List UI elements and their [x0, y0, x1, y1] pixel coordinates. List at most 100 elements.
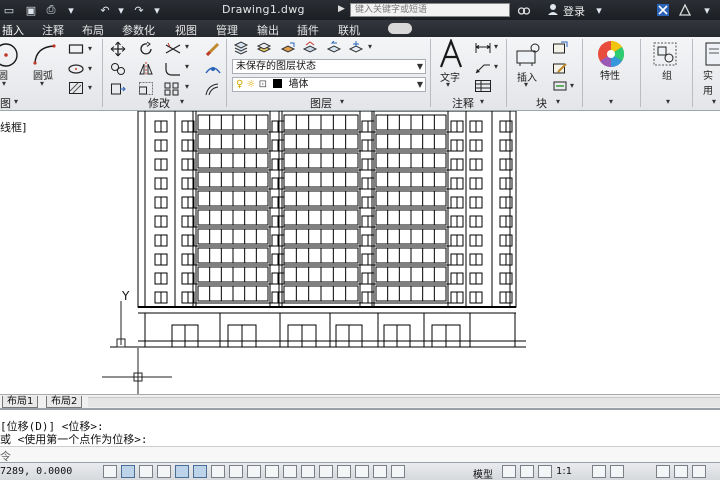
command-input[interactable]: 令: [0, 446, 720, 463]
rectangle-tool-icon[interactable]: [68, 43, 84, 55]
grid-display-toggle[interactable]: [139, 465, 153, 478]
dynamic-input-toggle[interactable]: [265, 465, 279, 478]
layer-previous-icon[interactable]: [326, 41, 342, 55]
array-dropdown-icon[interactable]: ▾: [185, 82, 189, 91]
block-panel-expand-icon[interactable]: ▾: [556, 97, 560, 106]
leader-dropdown-icon[interactable]: ▾: [494, 62, 498, 71]
tab-annotate[interactable]: 注释: [42, 22, 64, 38]
layout-quick-view-icon[interactable]: [502, 465, 516, 478]
ellipse-dropdown-icon[interactable]: ▾: [88, 64, 92, 73]
selection-cycling-toggle[interactable]: [337, 465, 351, 478]
drawing-quick-view-icon[interactable]: [520, 465, 534, 478]
ribbon-minimize-toggle[interactable]: [388, 23, 412, 34]
arc-tool-icon[interactable]: [32, 43, 58, 67]
block-panel-label[interactable]: 块: [536, 95, 547, 111]
insert-dropdown-icon[interactable]: ▾: [524, 80, 528, 89]
current-layer-dropdown[interactable]: ♀ ☼ ⊡ 墙体 ▼: [232, 77, 426, 92]
modify-panel-expand-icon[interactable]: ▾: [180, 97, 184, 106]
arc-dropdown-icon[interactable]: ▾: [40, 79, 44, 88]
properties-panel-expand-icon[interactable]: ▾: [609, 97, 613, 106]
clean-screen-icon[interactable]: [692, 465, 706, 478]
stretch-icon[interactable]: [110, 81, 126, 97]
ucs-toggle[interactable]: [373, 465, 387, 478]
ortho-mode-toggle[interactable]: [157, 465, 171, 478]
layer-properties-icon[interactable]: [233, 41, 249, 55]
exchange-icon[interactable]: [656, 3, 670, 17]
toolbar-lock-icon[interactable]: [674, 465, 688, 478]
ellipse-tool-icon[interactable]: [68, 63, 84, 75]
layers-panel-expand-icon[interactable]: ▾: [340, 97, 344, 106]
properties-color-wheel-icon[interactable]: [596, 39, 626, 69]
binoculars-icon[interactable]: [518, 4, 530, 16]
copy-icon[interactable]: [110, 61, 126, 77]
3d-object-snap-toggle[interactable]: [211, 465, 225, 478]
mirror-icon[interactable]: [138, 61, 154, 77]
leader-icon[interactable]: [474, 61, 492, 75]
layers-panel-label[interactable]: 图层: [310, 95, 332, 111]
object-snap-toggle[interactable]: [193, 465, 207, 478]
annotation-visibility-icon[interactable]: [592, 465, 606, 478]
draw-panel-expand-icon[interactable]: ▾: [14, 97, 18, 106]
infer-constraints-toggle[interactable]: [103, 465, 117, 478]
layer-freeze-icon[interactable]: [348, 41, 364, 55]
user-icon[interactable]: [547, 3, 559, 15]
groups-label[interactable]: 组: [662, 67, 672, 82]
print-icon[interactable]: ⎙: [44, 3, 58, 17]
move-icon[interactable]: [110, 41, 126, 57]
layer-match-icon[interactable]: [302, 41, 318, 55]
redo-icon[interactable]: ↷: [132, 3, 146, 17]
search-input[interactable]: 键入关键字或短语: [350, 3, 510, 17]
edit-block-icon[interactable]: [552, 61, 568, 75]
fillet-dropdown-icon[interactable]: ▾: [185, 62, 189, 71]
dimension-dropdown-icon[interactable]: ▾: [494, 42, 498, 51]
text-tool-icon[interactable]: [438, 39, 464, 69]
search-expand-icon[interactable]: ▶: [338, 4, 345, 14]
quick-access-dropdown-icon[interactable]: ▾: [64, 3, 78, 17]
redo-dropdown-icon[interactable]: ▾: [150, 3, 164, 17]
layer-state-dropdown[interactable]: 未保存的图层状态 ▼: [232, 59, 426, 74]
erase-icon[interactable]: [204, 41, 222, 57]
annotation-panel-label[interactable]: 注释: [452, 95, 474, 111]
modify-panel-label[interactable]: 修改: [148, 95, 170, 111]
tab-layout1[interactable]: 布局1: [2, 396, 39, 408]
fillet-icon[interactable]: [164, 61, 182, 77]
save-icon[interactable]: ▣: [24, 3, 38, 17]
tab-parametric[interactable]: 参数化: [122, 22, 155, 38]
workspace-switch-icon[interactable]: [656, 465, 670, 478]
lineweight-toggle[interactable]: [283, 465, 297, 478]
tab-view[interactable]: 视图: [175, 22, 197, 38]
rectangle-dropdown-icon[interactable]: ▾: [88, 44, 92, 53]
properties-label[interactable]: 特性: [600, 67, 620, 82]
coordinate-readout[interactable]: 7289, 0.0000: [0, 466, 72, 477]
block-attribute-dropdown-icon[interactable]: ▾: [570, 81, 574, 90]
annotation-scale-value[interactable]: 1:1: [556, 466, 572, 477]
tab-insert[interactable]: 插入: [2, 22, 24, 38]
explode-icon[interactable]: [204, 61, 222, 77]
annotation-scale-icon[interactable]: [538, 465, 552, 478]
undo-dropdown-icon[interactable]: ▾: [114, 3, 128, 17]
horizontal-scrollbar[interactable]: [88, 397, 720, 407]
circle-tool-icon[interactable]: [0, 41, 22, 69]
create-block-icon[interactable]: [552, 41, 568, 55]
snap-mode-toggle[interactable]: [121, 465, 135, 478]
login-button[interactable]: 登录: [563, 3, 585, 19]
draw-panel-label[interactable]: 图: [0, 95, 11, 111]
hatch-tool-icon[interactable]: [68, 81, 84, 95]
tab-plugins[interactable]: 插件: [297, 22, 319, 38]
model-space-button[interactable]: 模型: [473, 466, 493, 480]
layer-unisolate-icon[interactable]: [280, 41, 296, 55]
text-dropdown-icon[interactable]: ▾: [446, 80, 450, 89]
tab-layout[interactable]: 布局: [82, 22, 104, 38]
auto-scale-icon[interactable]: [610, 465, 624, 478]
group-icon[interactable]: [652, 41, 678, 67]
block-attribute-icon[interactable]: [552, 79, 568, 93]
insert-block-icon[interactable]: [514, 42, 544, 68]
undo-icon[interactable]: ↶: [98, 3, 112, 17]
tab-manage[interactable]: 管理: [216, 22, 238, 38]
add-icon[interactable]: [391, 465, 405, 478]
dynamic-ucs-toggle[interactable]: [247, 465, 261, 478]
circle-dropdown-icon[interactable]: ▾: [2, 79, 6, 88]
groups-panel-expand-icon[interactable]: ▾: [666, 97, 670, 106]
utilities-label[interactable]: 实用: [703, 67, 720, 97]
tab-layout2[interactable]: 布局2: [46, 396, 83, 408]
